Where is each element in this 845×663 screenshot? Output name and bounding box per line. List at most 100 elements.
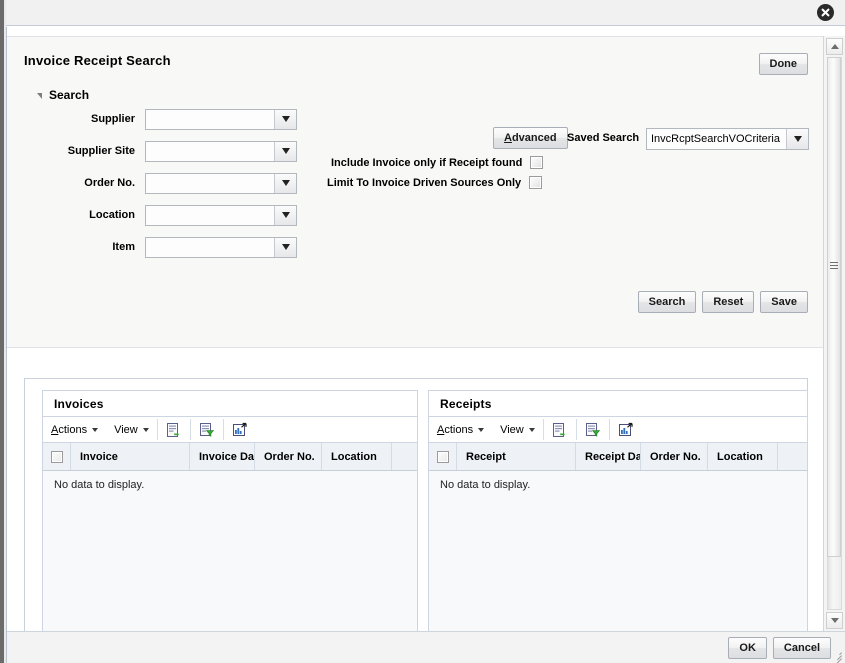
supplier-dropdown-button[interactable]: [274, 110, 296, 129]
chevron-down-icon: [478, 428, 484, 432]
receipts-view-label: View: [500, 424, 524, 436]
search-section-disclosure[interactable]: Search: [37, 88, 89, 102]
item-input[interactable]: [146, 238, 274, 257]
dialog-vertical-scrollbar[interactable]: [823, 36, 845, 631]
invoices-panel-title: Invoices: [43, 391, 417, 417]
results-panel-wrapper: Invoices Actions View: [24, 378, 808, 663]
advanced-accel: A: [504, 132, 512, 144]
limit-to-invoice-driven-sources-only-label: Limit To Invoice Driven Sources Only: [327, 177, 521, 189]
invoices-select-all-header[interactable]: [43, 443, 71, 470]
query-by-example-icon[interactable]: [577, 417, 609, 442]
invoices-column-invoice-date[interactable]: Invoice Date: [190, 443, 255, 470]
invoices-column-location[interactable]: Location: [322, 443, 392, 470]
supplier-site-dropdown-button[interactable]: [274, 142, 296, 161]
receipts-column-receipt[interactable]: Receipt: [457, 443, 576, 470]
invoices-column-invoice[interactable]: Invoice: [71, 443, 190, 470]
triangle-expanded-icon: [37, 93, 42, 99]
include-invoice-only-if-receipt-found-checkbox[interactable]: [530, 156, 543, 169]
item-label: Item: [112, 241, 145, 253]
caret-up-glyph: [831, 44, 839, 49]
scroll-thumb-grip-icon: [830, 260, 838, 271]
invoices-column-order-no[interactable]: Order No.: [255, 443, 322, 470]
chevron-down-icon: [282, 244, 290, 250]
cancel-button[interactable]: Cancel: [773, 637, 831, 659]
saved-search-dropdown-button[interactable]: [786, 129, 808, 149]
reset-button[interactable]: Reset: [702, 291, 754, 313]
close-circle-icon[interactable]: [817, 4, 834, 21]
receipts-empty-message: No data to display.: [429, 471, 807, 499]
receipts-view-menu[interactable]: View: [492, 417, 543, 442]
location-lov[interactable]: [145, 205, 297, 226]
save-button[interactable]: Save: [760, 291, 808, 313]
receipts-column-order-no[interactable]: Order No.: [641, 443, 708, 470]
receipts-select-all-checkbox[interactable]: [437, 451, 449, 463]
scrollbar-thumb[interactable]: [827, 57, 841, 557]
include-invoice-only-if-receipt-found-row: Include Invoice only if Receipt found: [331, 156, 543, 169]
order-no-label: Order No.: [84, 177, 145, 189]
invoices-select-all-checkbox[interactable]: [51, 451, 63, 463]
query-by-example-icon[interactable]: [191, 417, 223, 442]
supplier-site-label: Supplier Site: [68, 145, 145, 157]
scroll-up-icon[interactable]: [826, 38, 843, 55]
chevron-down-icon: [282, 180, 290, 186]
receipts-column-receipt-date[interactable]: Receipt Date: [576, 443, 641, 470]
limit-to-invoice-driven-sources-only-row: Limit To Invoice Driven Sources Only: [327, 176, 542, 189]
dialog-window: Invoice Receipt Search Done Search Suppl…: [0, 0, 845, 663]
detach-icon[interactable]: [224, 417, 256, 442]
search-action-buttons: Search Reset Save: [638, 291, 808, 313]
field-row-supplier: Supplier: [7, 103, 297, 135]
supplier-site-input[interactable]: [146, 142, 274, 161]
item-dropdown-button[interactable]: [274, 238, 296, 257]
dialog-title-bar: [6, 0, 845, 26]
done-button[interactable]: Done: [759, 53, 809, 75]
supplier-lov[interactable]: [145, 109, 297, 130]
limit-to-invoice-driven-sources-only-checkbox[interactable]: [529, 176, 542, 189]
order-no-dropdown-button[interactable]: [274, 174, 296, 193]
order-no-lov[interactable]: [145, 173, 297, 194]
ok-button[interactable]: OK: [728, 637, 767, 659]
field-row-location: Location: [7, 199, 297, 231]
invoices-actions-menu[interactable]: Actions: [43, 417, 106, 442]
receipts-actions-label-rest: ctions: [444, 424, 473, 436]
chevron-down-icon: [92, 428, 98, 432]
chevron-down-icon: [282, 148, 290, 154]
chevron-down-icon: [529, 428, 535, 432]
include-invoice-only-if-receipt-found-label: Include Invoice only if Receipt found: [331, 157, 522, 169]
receipts-table-header: Receipt Receipt Date Order No. Location: [429, 443, 807, 471]
saved-search-lov[interactable]: [646, 128, 809, 150]
field-row-supplier-site: Supplier Site: [7, 135, 297, 167]
search-button[interactable]: Search: [638, 291, 697, 313]
caret-down-glyph: [831, 618, 839, 623]
invoices-view-menu[interactable]: View: [106, 417, 157, 442]
resize-grip-icon[interactable]: [831, 649, 843, 661]
invoices-table-header: Invoice Invoice Date Order No. Location: [43, 443, 417, 471]
supplier-site-lov[interactable]: [145, 141, 297, 162]
item-lov[interactable]: [145, 237, 297, 258]
chevron-down-icon: [143, 428, 149, 432]
order-no-input[interactable]: [146, 174, 274, 193]
search-region: Invoice Receipt Search Done Search Suppl…: [7, 36, 823, 348]
invoices-panel: Invoices Actions View: [42, 390, 418, 663]
invoices-actions-label-rest: ctions: [58, 424, 87, 436]
location-label: Location: [89, 209, 145, 221]
invoices-empty-message: No data to display.: [43, 471, 417, 499]
saved-search-input[interactable]: [647, 129, 786, 149]
scroll-down-icon[interactable]: [826, 612, 843, 629]
search-fields: Supplier Supplier Site Order No.: [7, 103, 297, 263]
location-dropdown-button[interactable]: [274, 206, 296, 225]
chevron-down-icon: [282, 116, 290, 122]
receipts-column-location[interactable]: Location: [708, 443, 778, 470]
export-to-excel-icon[interactable]: [158, 417, 190, 442]
detach-icon[interactable]: [610, 417, 642, 442]
chevron-down-icon: [282, 212, 290, 218]
location-input[interactable]: [146, 206, 274, 225]
receipts-actions-menu[interactable]: Actions: [429, 417, 492, 442]
receipts-select-all-header[interactable]: [429, 443, 457, 470]
supplier-input[interactable]: [146, 110, 274, 129]
footer-buttons: OK Cancel: [728, 637, 831, 659]
export-to-excel-icon[interactable]: [544, 417, 576, 442]
advanced-button[interactable]: Advanced: [493, 127, 568, 149]
receipts-toolbar: Actions View: [429, 417, 807, 443]
invoices-toolbar: Actions View: [43, 417, 417, 443]
invoices-view-label: View: [114, 424, 138, 436]
